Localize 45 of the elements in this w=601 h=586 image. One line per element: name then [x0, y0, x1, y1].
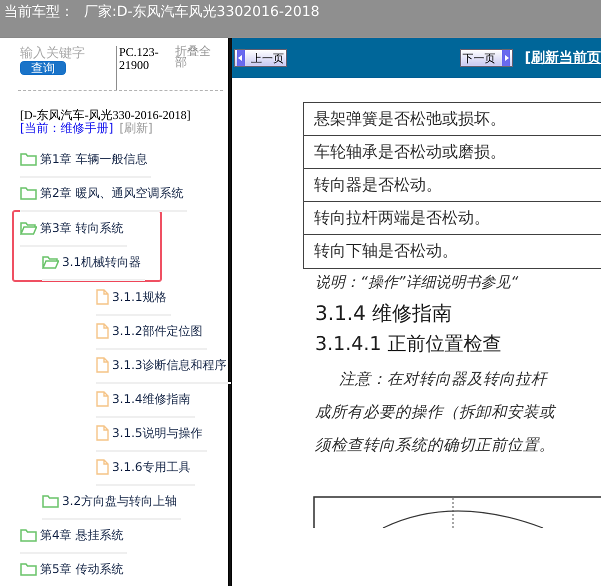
page-icon: [96, 357, 109, 373]
table-cell: 转向器是否松动。: [304, 169, 601, 202]
tree-item[interactable]: 3.1.6专用工具: [96, 450, 195, 486]
car-model-title: 厂家:D-东风汽车风光3302016-2018: [84, 3, 320, 21]
page-icon: [96, 323, 109, 339]
tree-item[interactable]: 3.1.2部件定位图: [96, 314, 207, 350]
table-cell-text: 转向下轴是否松动。: [313, 240, 459, 262]
paragraph-line: 须检查转向系统的确切正前位置。: [315, 435, 556, 456]
table-cell: 悬架弹簧是否松弛或损坏。: [304, 103, 601, 136]
page-icon: [96, 391, 109, 407]
page-icon: [96, 459, 109, 475]
open-folder-icon: [42, 255, 59, 269]
part-code: PC.123-21900: [116, 46, 161, 90]
folder-icon: [20, 152, 37, 166]
tree-item[interactable]: 第3章 转向系统: [20, 211, 128, 247]
tree-item[interactable]: 第1章 车辆一般信息: [20, 142, 152, 178]
section-heading: 3.1.4 维修指南: [315, 300, 454, 327]
page-icon: [96, 289, 109, 305]
next-page-button[interactable]: 下一页: [460, 49, 513, 67]
page-icon: [96, 425, 109, 441]
table-cell: 转向拉杆两端是否松动。: [304, 202, 601, 235]
current-manual-link[interactable]: [当前：维修手册]: [20, 122, 114, 135]
tree-item[interactable]: 3.2方向盘与转向上轴: [42, 484, 182, 520]
search-button[interactable]: 查询: [20, 61, 66, 75]
paragraph-line: 成所有必要的操作（拆卸和安装或: [315, 402, 558, 423]
tree-item[interactable]: 3.1.4维修指南: [96, 382, 195, 418]
refresh-page-link[interactable]: [刷新当前页: [524, 49, 601, 67]
model-label: [D-东风汽车-风光330-2016-2018]: [20, 109, 192, 122]
table-cell: 车轮轴承是否松动或磨损。: [304, 136, 601, 169]
tree-item[interactable]: 3.1.5说明与操作: [96, 416, 207, 452]
folder-icon: [20, 562, 37, 576]
folder-icon: [42, 494, 59, 508]
tree-item[interactable]: 第4章 悬挂系统: [20, 518, 128, 554]
paragraph-line: 注意：在对转向器及转向拉杆: [339, 369, 550, 390]
tree-item[interactable]: 3.1机械转向器: [42, 245, 146, 281]
folder-icon: [20, 186, 37, 200]
tree-item[interactable]: 第2章 暖风、通风空调系统: [20, 176, 188, 212]
header-label: 当前车型：: [4, 3, 74, 21]
open-folder-icon: [20, 221, 37, 235]
previous-page-button[interactable]: 上一页: [234, 49, 287, 67]
tree-item[interactable]: 3.1.1规格: [96, 280, 171, 316]
tree-item[interactable]: 第5章 传动系统: [20, 552, 128, 586]
folder-icon: [20, 528, 37, 542]
note-text: 说明：“操作”详细说明书参见“: [315, 273, 520, 292]
subsection-heading: 3.1.4.1 正前位置检查: [315, 332, 503, 357]
